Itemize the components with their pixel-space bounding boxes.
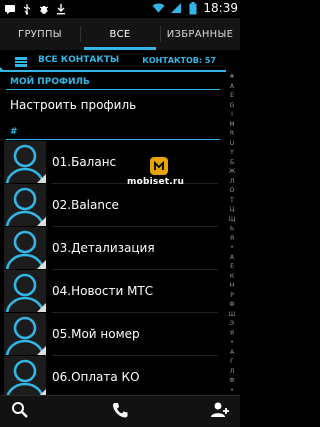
index-letter[interactable]: Л	[230, 177, 235, 187]
contact-avatar[interactable]	[4, 313, 46, 355]
quick-contact-corner-icon	[37, 260, 46, 269]
phone-icon	[111, 401, 129, 423]
contact-avatar[interactable]	[4, 356, 46, 398]
bug-icon	[37, 2, 50, 15]
wifi-icon	[152, 2, 165, 15]
index-letter[interactable]: •	[230, 386, 234, 396]
quick-contact-corner-icon	[37, 346, 46, 355]
filter-label: ВСЕ КОНТАКТЫ	[38, 55, 120, 65]
contact-name: 01.Баланс	[52, 155, 117, 169]
download-icon	[54, 2, 67, 15]
contact-name: 02.Balance	[52, 198, 119, 212]
watermark: mobiset.ru	[127, 157, 189, 197]
index-letter[interactable]: Я	[230, 329, 234, 339]
battery-icon	[186, 1, 199, 15]
notification-icons	[3, 2, 67, 15]
tab-divider	[80, 26, 81, 42]
status-clock: 18:39	[203, 1, 238, 15]
index-letter[interactable]: А	[230, 253, 234, 263]
index-letter[interactable]: Ф	[229, 300, 234, 310]
contact-name: 05.Мой номер	[52, 327, 140, 341]
index-letter[interactable]: •	[230, 338, 234, 348]
index-letter[interactable]: Y	[230, 148, 234, 158]
contacts-count: КОНТАКТОВ: 57	[142, 56, 216, 65]
index-letter[interactable]: U	[230, 139, 234, 149]
contact-name: 03.Детализация	[52, 241, 155, 255]
contact-avatar[interactable]	[4, 141, 46, 183]
index-letter[interactable]: A	[230, 82, 234, 92]
contact-avatar[interactable]	[4, 227, 46, 269]
index-letter[interactable]: #	[229, 72, 234, 82]
contact-row[interactable]: 06.Оплата КО	[0, 356, 222, 398]
index-letter[interactable]: Ь	[230, 224, 234, 234]
index-letter[interactable]: Р	[230, 291, 234, 301]
section-divider	[6, 139, 220, 140]
bottom-action-bar	[0, 395, 240, 427]
index-letter[interactable]: Б	[230, 158, 234, 168]
usb-icon	[20, 2, 33, 15]
setup-profile-item[interactable]: Настроить профиль	[10, 98, 136, 112]
mobiset-logo-icon	[150, 157, 168, 175]
search-button[interactable]	[10, 402, 30, 422]
tab-bar: ГРУППЫ ВСЕ ИЗБРАННЫЕ	[0, 18, 240, 50]
index-letter[interactable]: Ж	[229, 167, 235, 177]
contact-avatar[interactable]	[4, 184, 46, 226]
section-divider	[6, 89, 220, 90]
contact-row[interactable]: 05.Мой номер	[0, 313, 222, 356]
index-letter[interactable]: Ц	[230, 205, 235, 215]
index-letter[interactable]: Ф	[229, 376, 234, 386]
dialer-button[interactable]	[110, 402, 130, 422]
messaging-icon	[3, 2, 16, 15]
status-bar: 18:39	[0, 0, 240, 18]
index-letter[interactable]: Э	[230, 319, 234, 329]
index-letter[interactable]: E	[230, 91, 234, 101]
index-letter[interactable]: Щ	[229, 215, 236, 225]
contact-row[interactable]: 04.Новости МТС	[0, 270, 222, 313]
index-letter[interactable]: А	[230, 348, 234, 358]
index-letter[interactable]: M	[229, 120, 234, 130]
index-letter[interactable]: R	[230, 129, 234, 139]
index-letter[interactable]: Е	[230, 262, 234, 272]
contacts-section-header: #	[10, 127, 18, 137]
signal-icon	[169, 2, 182, 15]
profile-section-header: МОЙ ПРОФИЛЬ	[10, 77, 90, 87]
tab-divider	[160, 26, 161, 42]
contact-name: 04.Новости МТС	[52, 284, 154, 298]
search-icon	[11, 401, 29, 423]
quick-contact-corner-icon	[37, 174, 46, 183]
index-letter[interactable]: Л	[230, 367, 235, 377]
tab-all[interactable]: ВСЕ	[80, 18, 160, 50]
contact-avatar[interactable]	[4, 270, 46, 312]
index-letter[interactable]: Я	[230, 234, 234, 244]
index-letter[interactable]: К	[230, 272, 234, 282]
tab-favorites[interactable]: ИЗБРАННЫЕ	[160, 18, 240, 50]
contact-name: 06.Оплата КО	[52, 370, 140, 384]
index-letter[interactable]: Т	[230, 196, 234, 206]
index-letter[interactable]: Ш	[229, 310, 235, 320]
contacts-filter-icon	[14, 54, 28, 68]
watermark-text: mobiset.ru	[127, 177, 185, 187]
alphabet-index-scroller[interactable]: # A E G I M R U Y Б Ж Л О Т Ц Щ Ь Я • А Е К Н Р Ф Ш Э Я • А Г Л Ф •	[225, 72, 239, 395]
add-contact-button[interactable]	[210, 402, 230, 422]
index-letter[interactable]: Н	[230, 281, 235, 291]
filter-divider	[0, 70, 226, 72]
index-letter[interactable]: I	[231, 110, 233, 120]
index-letter[interactable]: Г	[230, 357, 234, 367]
index-letter[interactable]: •	[230, 243, 234, 253]
account-filter[interactable]: ВСЕ КОНТАКТЫ КОНТАКТОВ: 57	[0, 50, 240, 72]
index-letter[interactable]: О	[230, 186, 235, 196]
contact-row[interactable]: 03.Детализация	[0, 227, 222, 270]
index-letter[interactable]: G	[230, 101, 235, 111]
system-icons: 18:39	[152, 1, 238, 15]
add-person-icon	[210, 400, 230, 424]
tab-groups[interactable]: ГРУППЫ	[0, 18, 80, 50]
quick-contact-corner-icon	[37, 217, 46, 226]
quick-contact-corner-icon	[37, 303, 46, 312]
